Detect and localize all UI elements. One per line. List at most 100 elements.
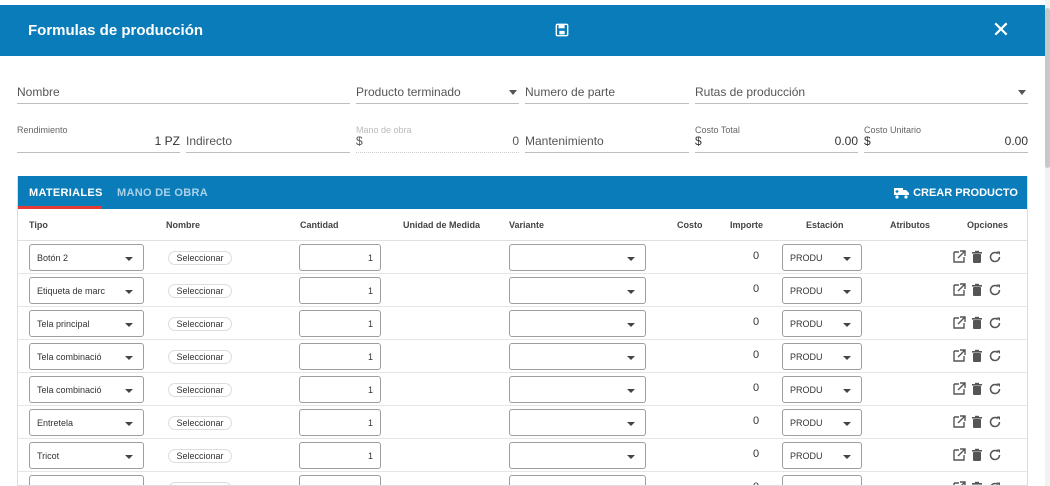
crear-producto-button[interactable]: CREAR PRODUCTO (894, 186, 1018, 200)
refresh-icon[interactable] (988, 349, 1002, 363)
nombre-select-button[interactable]: Seleccionar (168, 383, 232, 397)
col-costo: Costo (677, 220, 703, 230)
costo-unitario-input[interactable]: $ 0.00 (864, 129, 1028, 153)
numero-parte-input[interactable]: Numero de parte (525, 80, 689, 104)
trash-icon[interactable] (970, 316, 984, 330)
cantidad-input[interactable]: 1 (299, 442, 381, 469)
trash-icon[interactable] (970, 448, 984, 462)
tipo-select[interactable]: Tela combinació (29, 343, 144, 370)
table-row: Etiqueta de marc Seleccionar 1 0 PRODU (18, 274, 1027, 307)
estacion-select[interactable]: PRODU (782, 343, 862, 370)
table-row: Botón 2 Seleccionar 1 0 PRODU (18, 241, 1027, 274)
close-icon[interactable]: ✕ (990, 19, 1012, 41)
producto-terminado-select[interactable]: Producto terminado (356, 80, 519, 104)
tab-mano-de-obra[interactable]: MANO DE OBRA (117, 187, 208, 199)
variante-select[interactable] (509, 376, 646, 403)
col-estacion: Estación (806, 220, 844, 230)
cantidad-input[interactable]: 1 (299, 277, 381, 304)
trash-icon[interactable] (970, 481, 984, 485)
variante-select[interactable] (509, 343, 646, 370)
refresh-icon[interactable] (988, 283, 1002, 297)
tipo-select[interactable]: Tela principal (29, 310, 144, 337)
row-options (952, 415, 1004, 431)
costo-total-input[interactable]: $ 0.00 (695, 129, 858, 153)
floppy-disk-icon[interactable] (555, 23, 571, 39)
variante-select[interactable] (509, 277, 646, 304)
nombre-input[interactable]: Nombre (17, 80, 350, 104)
nombre-select-button[interactable]: Seleccionar (168, 350, 232, 364)
importe-value: 0 (753, 316, 760, 328)
nombre-select-button[interactable]: Seleccionar (168, 449, 232, 463)
estacion-select[interactable]: PRODU (782, 442, 862, 469)
trash-icon[interactable] (970, 250, 984, 264)
refresh-icon[interactable] (988, 382, 1002, 396)
col-cantidad: Cantidad (300, 220, 339, 230)
nombre-select-button[interactable]: Seleccionar (168, 416, 232, 430)
open-in-new-icon[interactable] (952, 283, 966, 297)
nombre-select-button[interactable]: Seleccionar (168, 251, 232, 265)
open-in-new-icon[interactable] (952, 382, 966, 396)
estacion-select[interactable]: PRODU (782, 376, 862, 403)
tab-materiales[interactable]: MATERIALES (29, 187, 103, 199)
variante-select[interactable] (509, 475, 646, 485)
chevron-down-icon (843, 323, 851, 327)
tipo-select[interactable]: Etiqueta de marc (29, 277, 144, 304)
page-scrollbar[interactable] (1045, 0, 1050, 486)
estacion-select[interactable]: PRODU (782, 277, 862, 304)
variante-select[interactable] (509, 244, 646, 271)
tipo-select[interactable]: Tela combinació (29, 376, 144, 403)
open-in-new-icon[interactable] (952, 316, 966, 330)
refresh-icon[interactable] (988, 415, 1002, 429)
nombre-select-button[interactable]: Seleccionar (168, 284, 232, 298)
nombre-select-button[interactable]: Seleccionar (168, 482, 232, 485)
variante-select[interactable] (509, 310, 646, 337)
estacion-value: PRODU (790, 319, 823, 329)
cantidad-input[interactable]: 1 (299, 475, 381, 485)
tipo-select[interactable]: Tricot (29, 442, 144, 469)
scrollbar-thumb[interactable] (1045, 8, 1050, 168)
open-in-new-icon[interactable] (952, 448, 966, 462)
costo-total-prefix: $ (695, 134, 702, 148)
trash-icon[interactable] (970, 382, 984, 396)
estacion-select[interactable]: PRODU (782, 409, 862, 436)
open-in-new-icon[interactable] (952, 481, 966, 485)
mantenimiento-input[interactable]: Mantenimiento (525, 129, 689, 153)
cantidad-input[interactable]: 1 (299, 376, 381, 403)
estacion-select[interactable]: PRODU (782, 310, 862, 337)
estacion-select[interactable]: PRODU (782, 244, 862, 271)
variante-select[interactable] (509, 442, 646, 469)
table-row: Entretela Seleccionar 1 0 PRODU (18, 406, 1027, 439)
materials-panel: MATERIALES MANO DE OBRA CREAR PRODUCTO T… (17, 176, 1028, 486)
indirecto-input[interactable]: Indirecto (186, 129, 350, 153)
cantidad-input[interactable]: 1 (299, 409, 381, 436)
estacion-value: PRODU (790, 253, 823, 263)
rendimiento-input[interactable]: 1 PZ (17, 129, 180, 153)
variante-select[interactable] (509, 409, 646, 436)
refresh-icon[interactable] (988, 481, 1002, 485)
tipo-select[interactable]: Botón 2 (29, 244, 144, 271)
trash-icon[interactable] (970, 415, 984, 429)
estacion-value: PRODU (790, 286, 823, 296)
row-options (952, 250, 1004, 266)
nombre-select-button[interactable]: Seleccionar (168, 317, 232, 331)
estacion-value: PRODU (790, 385, 823, 395)
open-in-new-icon[interactable] (952, 415, 966, 429)
estacion-select[interactable]: PRODU (782, 475, 862, 485)
refresh-icon[interactable] (988, 448, 1002, 462)
cantidad-input[interactable]: 1 (299, 343, 381, 370)
trash-icon[interactable] (970, 283, 984, 297)
tipo-select[interactable]: Entretela (29, 409, 144, 436)
tipo-select[interactable]: Malla (29, 475, 144, 485)
col-atributos: Atributos (890, 220, 930, 230)
rutas-produccion-select[interactable]: Rutas de producción (695, 80, 1028, 104)
cantidad-input[interactable]: 1 (299, 244, 381, 271)
open-in-new-icon[interactable] (952, 349, 966, 363)
row-options (952, 283, 1004, 299)
refresh-icon[interactable] (988, 316, 1002, 330)
refresh-icon[interactable] (988, 250, 1002, 264)
cantidad-input[interactable]: 1 (299, 310, 381, 337)
mano-obra-value: 0 (512, 134, 519, 148)
open-in-new-icon[interactable] (952, 250, 966, 264)
trash-icon[interactable] (970, 349, 984, 363)
crear-producto-label: CREAR PRODUCTO (913, 187, 1018, 199)
